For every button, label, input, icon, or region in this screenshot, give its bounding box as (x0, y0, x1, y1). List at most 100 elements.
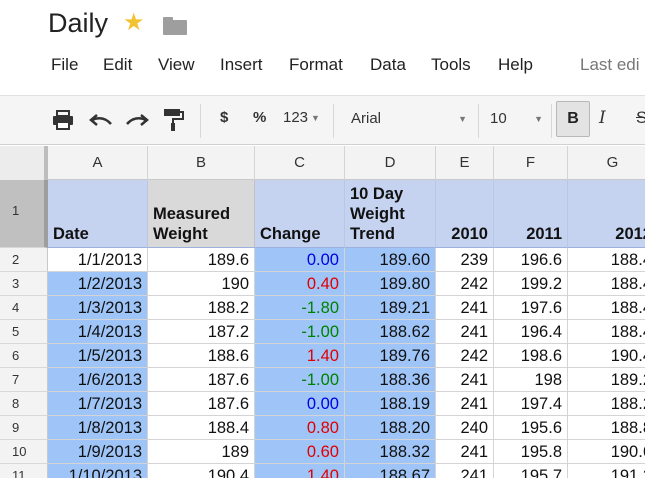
italic-button[interactable]: I (599, 108, 606, 128)
table-cell-c10[interactable]: 0.60 (255, 440, 345, 464)
table-cell-a6[interactable]: 1/5/2013 (48, 344, 148, 368)
font-size-dropdown[interactable]: 10 ▼ (481, 105, 549, 136)
table-cell-b9[interactable]: 188.4 (148, 416, 255, 440)
menu-format[interactable]: Format (289, 55, 343, 75)
row-header-1[interactable]: 1 (0, 180, 48, 248)
table-cell-a8[interactable]: 1/7/2013 (48, 392, 148, 416)
table-cell-d6[interactable]: 189.76 (345, 344, 436, 368)
table-cell-a9[interactable]: 1/8/2013 (48, 416, 148, 440)
table-cell-g6[interactable]: 190.4 (568, 344, 645, 368)
column-header-g[interactable]: G (568, 146, 645, 180)
table-cell-e10[interactable]: 241 (436, 440, 494, 464)
table-cell-b11[interactable]: 190.4 (148, 464, 255, 478)
table-cell-g10[interactable]: 190.6 (568, 440, 645, 464)
select-all-corner[interactable] (0, 146, 48, 180)
table-cell-d8[interactable]: 188.19 (345, 392, 436, 416)
table-cell-d2[interactable]: 189.60 (345, 248, 436, 272)
last-edit-link[interactable]: Last edi (580, 55, 640, 75)
table-cell-b6[interactable]: 188.6 (148, 344, 255, 368)
menu-view[interactable]: View (158, 55, 195, 75)
row-header-2[interactable]: 2 (0, 248, 48, 272)
table-cell-a3[interactable]: 1/2/2013 (48, 272, 148, 296)
table-cell-g4[interactable]: 188.4 (568, 296, 645, 320)
column-header-f[interactable]: F (494, 146, 568, 180)
table-cell-g7[interactable]: 189.2 (568, 368, 645, 392)
table-cell-c2[interactable]: 0.00 (255, 248, 345, 272)
table-cell-e8[interactable]: 241 (436, 392, 494, 416)
table-cell-c5[interactable]: -1.00 (255, 320, 345, 344)
menu-file[interactable]: File (51, 55, 78, 75)
undo-icon[interactable] (89, 111, 113, 129)
number-format-dropdown[interactable]: 123 ▼ (283, 109, 320, 126)
row-header-4[interactable]: 4 (0, 296, 48, 320)
paint-format-icon[interactable] (163, 108, 185, 132)
menu-insert[interactable]: Insert (220, 55, 263, 75)
strikethrough-button[interactable]: S (636, 108, 645, 128)
menu-data[interactable]: Data (370, 55, 406, 75)
row-header-10[interactable]: 10 (0, 440, 48, 464)
table-cell-c3[interactable]: 0.40 (255, 272, 345, 296)
table-cell-d7[interactable]: 188.36 (345, 368, 436, 392)
header-cell-f[interactable]: 2011 (494, 180, 568, 248)
table-cell-f10[interactable]: 195.8 (494, 440, 568, 464)
table-cell-f6[interactable]: 198.6 (494, 344, 568, 368)
table-cell-c4[interactable]: -1.80 (255, 296, 345, 320)
row-header-6[interactable]: 6 (0, 344, 48, 368)
table-cell-f3[interactable]: 199.2 (494, 272, 568, 296)
redo-icon[interactable] (125, 111, 149, 129)
header-cell-b[interactable]: Measured Weight (148, 180, 255, 248)
table-cell-e11[interactable]: 241 (436, 464, 494, 478)
table-cell-g2[interactable]: 188.4 (568, 248, 645, 272)
percent-format-button[interactable]: % (253, 109, 266, 126)
table-cell-b2[interactable]: 189.6 (148, 248, 255, 272)
table-cell-a5[interactable]: 1/4/2013 (48, 320, 148, 344)
table-cell-e5[interactable]: 241 (436, 320, 494, 344)
header-cell-a[interactable]: Date (48, 180, 148, 248)
table-cell-g3[interactable]: 188.4 (568, 272, 645, 296)
header-cell-g[interactable]: 2012 (568, 180, 645, 248)
header-cell-c[interactable]: Change (255, 180, 345, 248)
table-cell-a2[interactable]: 1/1/2013 (48, 248, 148, 272)
column-header-d[interactable]: D (345, 146, 436, 180)
document-title[interactable]: Daily (48, 8, 108, 39)
table-cell-c11[interactable]: 1.40 (255, 464, 345, 478)
row-header-9[interactable]: 9 (0, 416, 48, 440)
menu-tools[interactable]: Tools (431, 55, 471, 75)
row-header-7[interactable]: 7 (0, 368, 48, 392)
table-cell-g8[interactable]: 188.2 (568, 392, 645, 416)
star-icon[interactable]: ★ (123, 11, 145, 35)
table-cell-f7[interactable]: 198 (494, 368, 568, 392)
bold-button[interactable]: B (556, 101, 590, 137)
spreadsheet-grid[interactable]: ABCDEFG 1 Date Measured Weight Change 10 Day W… (0, 146, 645, 478)
table-cell-d11[interactable]: 188.67 (345, 464, 436, 478)
menu-edit[interactable]: Edit (103, 55, 132, 75)
table-cell-e7[interactable]: 241 (436, 368, 494, 392)
column-header-b[interactable]: B (148, 146, 255, 180)
table-cell-c8[interactable]: 0.00 (255, 392, 345, 416)
table-cell-c9[interactable]: 0.80 (255, 416, 345, 440)
table-cell-g9[interactable]: 188.8 (568, 416, 645, 440)
table-cell-b10[interactable]: 189 (148, 440, 255, 464)
table-cell-b4[interactable]: 188.2 (148, 296, 255, 320)
column-header-a[interactable]: A (48, 146, 148, 180)
table-cell-e4[interactable]: 241 (436, 296, 494, 320)
table-cell-e9[interactable]: 240 (436, 416, 494, 440)
table-cell-f2[interactable]: 196.6 (494, 248, 568, 272)
table-cell-f8[interactable]: 197.4 (494, 392, 568, 416)
table-cell-d4[interactable]: 189.21 (345, 296, 436, 320)
header-cell-e[interactable]: 2010 (436, 180, 494, 248)
table-cell-d10[interactable]: 188.32 (345, 440, 436, 464)
print-icon[interactable] (52, 110, 74, 130)
table-cell-d9[interactable]: 188.20 (345, 416, 436, 440)
table-cell-f5[interactable]: 196.4 (494, 320, 568, 344)
table-cell-a11[interactable]: 1/10/2013 (48, 464, 148, 478)
table-cell-a4[interactable]: 1/3/2013 (48, 296, 148, 320)
table-cell-f4[interactable]: 197.6 (494, 296, 568, 320)
table-cell-g11[interactable]: 191.2 (568, 464, 645, 478)
table-cell-d3[interactable]: 189.80 (345, 272, 436, 296)
table-cell-c6[interactable]: 1.40 (255, 344, 345, 368)
row-header-11[interactable]: 11 (0, 464, 48, 478)
header-cell-d[interactable]: 10 Day Weight Trend (345, 180, 436, 248)
table-cell-e2[interactable]: 239 (436, 248, 494, 272)
row-header-8[interactable]: 8 (0, 392, 48, 416)
